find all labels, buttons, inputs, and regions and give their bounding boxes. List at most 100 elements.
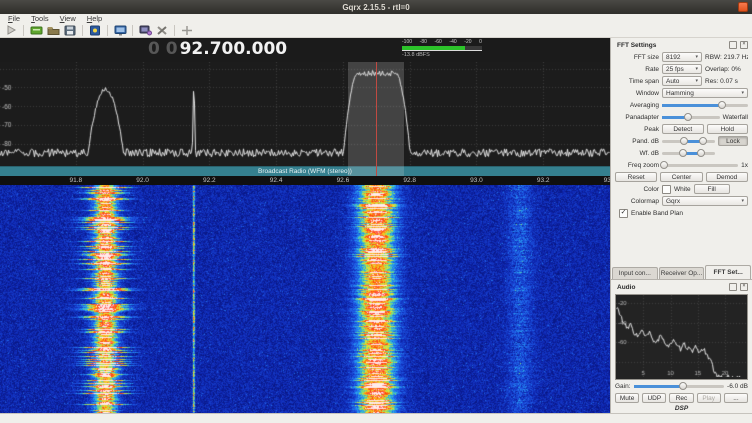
more-button[interactable]: ... [724, 393, 748, 403]
meter-tick-label: 0 [479, 40, 482, 45]
menu-file[interactable]: File [8, 14, 20, 23]
panadapter-label: Panadapter [615, 114, 659, 121]
play-button[interactable]: Play [697, 393, 721, 403]
slider-handle[interactable] [679, 382, 687, 390]
window-label: Window [615, 90, 659, 97]
pand-db-range-slider[interactable] [662, 136, 715, 146]
iq-device-icon[interactable] [29, 24, 43, 36]
rec-button[interactable]: Rec [669, 393, 693, 403]
fullscreen-icon[interactable] [113, 24, 127, 36]
tab-fft-settings[interactable]: FFT Set... [705, 265, 751, 279]
reset-button[interactable]: Reset [615, 172, 657, 182]
freq-zoom-label: Freq zoom [615, 162, 659, 169]
close-panel-icon[interactable]: × [740, 283, 748, 291]
menu-help[interactable]: Help [87, 14, 102, 23]
fft-size-select[interactable]: 8192▾ [662, 52, 702, 62]
slider-handle[interactable] [697, 149, 705, 157]
enable-band-plan-checkbox[interactable] [619, 209, 628, 218]
meter-tick-label: -80 [420, 40, 427, 45]
colormap-select[interactable]: Gqrx▾ [662, 196, 748, 206]
fft-size-label: FFT size [615, 54, 659, 61]
averaging-slider[interactable] [662, 100, 748, 110]
toolbar-separator [107, 25, 108, 36]
center-crosshair-icon[interactable] [180, 24, 194, 36]
gain-value: -6.0 dB [727, 383, 748, 390]
save-icon[interactable] [63, 24, 77, 36]
chevron-down-icon: ▾ [741, 90, 744, 96]
audio-gain-slider[interactable] [634, 381, 724, 391]
mute-button[interactable]: Mute [615, 393, 639, 403]
freq-zoom-value: 1x [741, 162, 748, 169]
wf-db-range-slider[interactable] [662, 148, 715, 158]
panadapter-canvas[interactable] [0, 62, 610, 166]
freq-tick-label: 92.6 [331, 177, 355, 184]
freq-zoom-slider[interactable] [662, 160, 738, 170]
window-select[interactable]: Hamming▾ [662, 88, 748, 98]
lock-button[interactable]: Lock [718, 136, 748, 146]
freq-tick-label: 92.2 [197, 177, 221, 184]
float-panel-icon[interactable] [729, 41, 737, 49]
titlebar: Gqrx 2.15.5 - rtl=0 [0, 0, 752, 14]
slider-handle[interactable] [699, 137, 707, 145]
white-checkbox[interactable] [662, 185, 671, 194]
start-dsp-icon[interactable] [4, 24, 18, 36]
panadapter-waterfall-slider[interactable] [662, 112, 720, 122]
audio-fft-canvas[interactable] [616, 295, 747, 377]
tuning-line[interactable] [376, 62, 377, 176]
colormap-label: Colormap [615, 198, 659, 205]
slider-handle[interactable] [679, 149, 687, 157]
dock-tabbar: Input con... Receiver Op... FFT Set... [611, 266, 752, 279]
meter-value: -13.8 dBFS [402, 52, 482, 58]
demod-button[interactable]: Demod [706, 172, 748, 182]
fill-button[interactable]: Fill [694, 184, 730, 194]
meter-tick-label: -20 [464, 40, 471, 45]
rate-label: Rate [615, 66, 659, 73]
fft-settings-header: FFT Settings × [611, 38, 752, 51]
chevron-down-icon: ▾ [695, 54, 698, 60]
remote-control-icon[interactable] [138, 24, 152, 36]
enable-band-plan-label: Enable Band Plan [631, 210, 683, 217]
toolbar-separator [82, 25, 83, 36]
center-button[interactable]: Center [660, 172, 702, 182]
waterfall-label: Waterfall [723, 114, 748, 121]
frequency-display[interactable]: 0 092.700.000 [148, 39, 287, 59]
slider-handle[interactable] [660, 161, 668, 169]
peak-hold-button[interactable]: Hold [707, 124, 749, 134]
menu-tools[interactable]: Tools [31, 14, 49, 23]
tab-receiver-options[interactable]: Receiver Op... [659, 267, 705, 279]
freq-tick-label: 92.4 [264, 177, 288, 184]
frequency-leading-zeros: 0 0 [148, 39, 178, 59]
bookmarks-icon[interactable] [88, 24, 102, 36]
freq-tick-label: 93.2 [531, 177, 555, 184]
udp-button[interactable]: UDP [642, 393, 666, 403]
bandplan-strip: Broadcast Radio (WFM (stereo)) [0, 166, 610, 176]
close-panel-icon[interactable]: × [740, 41, 748, 49]
chevron-down-icon: ▾ [695, 78, 698, 84]
frequency-bar: 0 092.700.000 -100-80-60-40-200 -13.8 dB… [0, 38, 610, 62]
menu-view[interactable]: View [60, 14, 76, 23]
time-span-select[interactable]: Auto▾ [662, 76, 702, 86]
waterfall-canvas[interactable] [0, 185, 610, 413]
audio-spectrum [615, 294, 748, 380]
freq-tick-label: 92.0 [131, 177, 155, 184]
statusbar [0, 413, 752, 423]
slider-handle[interactable] [680, 137, 688, 145]
bandplan-label: Broadcast Radio (WFM (stereo)) [258, 168, 352, 175]
open-folder-icon[interactable] [46, 24, 60, 36]
close-icon[interactable] [738, 2, 748, 12]
frequency-axis: 91.892.092.292.492.692.893.093.293.4 [0, 176, 610, 185]
configure-icon[interactable] [155, 24, 169, 36]
peak-detect-button[interactable]: Detect [662, 124, 704, 134]
meter-tick-label: -40 [449, 40, 456, 45]
chevron-down-icon: ▾ [695, 66, 698, 72]
tab-input-controls[interactable]: Input con... [612, 267, 658, 279]
chevron-down-icon: ▾ [741, 198, 744, 204]
meter-fill [402, 46, 465, 50]
meter-tick-label: -60 [435, 40, 442, 45]
slider-handle[interactable] [718, 101, 726, 109]
freq-tick-label: 91.8 [64, 177, 88, 184]
slider-handle[interactable] [684, 113, 692, 121]
menubar: File Tools View Help [0, 14, 752, 23]
float-panel-icon[interactable] [729, 283, 737, 291]
rate-select[interactable]: 25 fps▾ [662, 64, 702, 74]
